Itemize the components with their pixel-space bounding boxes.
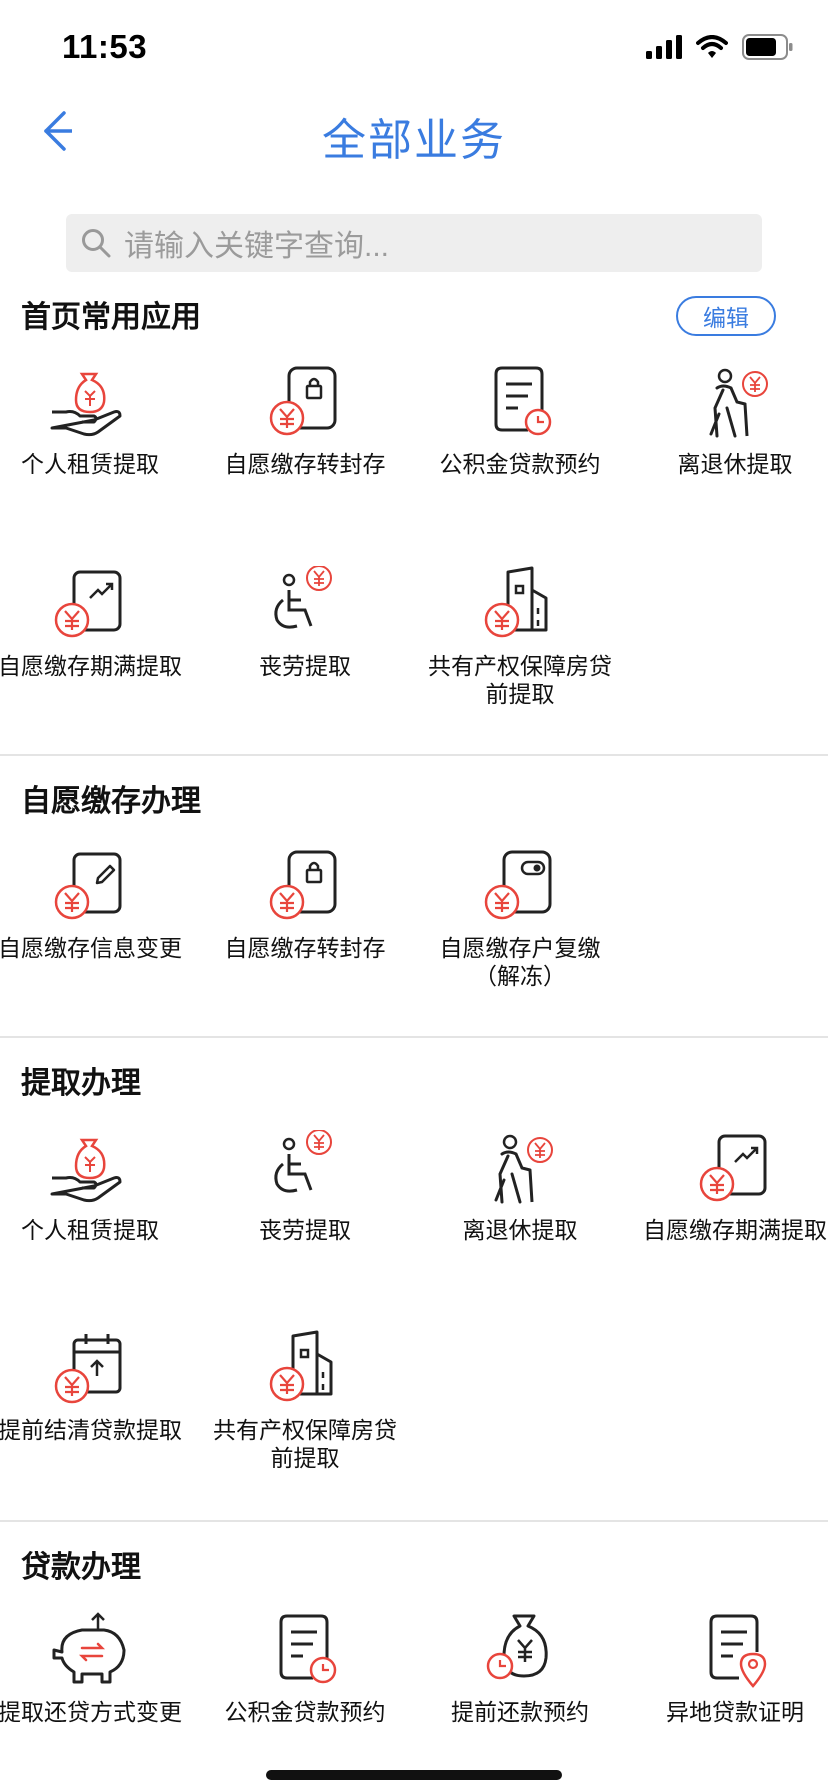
section-title: 首页常用应用 <box>21 301 201 334</box>
page-title: 全部业务 <box>322 116 506 165</box>
tile-deposit-expiry[interactable]: 自愿缴存期满提取 <box>635 1130 828 1244</box>
tile-deposit-seal[interactable]: 自愿缴存转封存 <box>205 364 405 478</box>
search-input[interactable]: 请输入关键字查询... <box>66 214 762 272</box>
tile-label: 自愿缴存期满提取 <box>643 1217 827 1243</box>
cellular-signal-icon <box>646 35 682 59</box>
tile-label: 自愿缴存期满提取 <box>0 653 182 679</box>
section-title: 贷款办理 <box>21 1551 141 1584</box>
tile-label: 异地贷款证明 <box>666 1699 804 1725</box>
tile-deposit-resume[interactable]: 自愿缴存户复缴（解冻） <box>420 848 620 990</box>
document-clock-icon <box>279 1614 337 1684</box>
tile-label: 自愿缴存转封存 <box>224 451 386 477</box>
tile-label: 个人租赁提取 <box>21 451 159 477</box>
edit-button[interactable]: 编辑 <box>676 296 776 336</box>
search-placeholder: 请输入关键字查询... <box>124 230 390 263</box>
elderly-money-icon <box>709 368 768 438</box>
divider <box>0 754 828 756</box>
tile-label: 公积金贷款预约 <box>439 451 601 477</box>
tile-label: 丧劳提取 <box>259 653 351 679</box>
tile-label: 自愿缴存信息变更 <box>0 935 182 961</box>
battery-icon <box>742 34 793 60</box>
tile-disability-withdrawal[interactable]: 丧劳提取 <box>205 566 405 680</box>
tile-label: 提取还贷方式变更 <box>0 1699 182 1725</box>
tile-rent-withdrawal[interactable]: 个人租赁提取 <box>0 1130 190 1244</box>
document-location-icon <box>709 1614 767 1688</box>
tile-disability-withdrawal[interactable]: 丧劳提取 <box>205 1130 405 1244</box>
tile-label: 公积金贷款预约 <box>224 1699 386 1725</box>
status-time: 11:53 <box>62 28 148 65</box>
deposit-trend-icon <box>54 570 122 638</box>
tile-deposit-seal[interactable]: 自愿缴存转封存 <box>205 848 405 962</box>
tile-label: 离退休提取 <box>462 1217 578 1243</box>
tile-remote-loan-certificate[interactable]: 异地贷款证明 <box>635 1612 828 1726</box>
deposit-lock-icon <box>269 366 337 436</box>
wheelchair-money-icon <box>274 1130 332 1193</box>
deposit-lock-icon <box>269 850 337 920</box>
status-bar: 11:53 <box>0 0 828 96</box>
tile-repayment-method-change[interactable]: 提取还贷方式变更 <box>0 1612 190 1726</box>
section-title: 自愿缴存办理 <box>21 785 201 818</box>
rent-hand-money-icon <box>50 1138 122 1203</box>
tile-loan-appointment[interactable]: 公积金贷款预约 <box>205 1612 405 1726</box>
rent-hand-money-icon <box>50 372 122 437</box>
piggy-bank-icon <box>52 1612 126 1684</box>
deposit-toggle-icon <box>484 850 552 920</box>
wifi-icon <box>696 35 728 58</box>
tile-label: 共有产权保障房贷前提取 <box>428 653 612 707</box>
money-bag-clock-icon <box>486 1614 548 1680</box>
tile-label: 自愿缴存户复缴（解冻） <box>439 935 601 989</box>
tile-label: 丧劳提取 <box>259 1217 351 1243</box>
tile-label: 离退休提取 <box>677 451 793 477</box>
tile-loan-appointment[interactable]: 公积金贷款预约 <box>420 364 620 478</box>
tile-retirement-withdrawal[interactable]: 离退休提取 <box>635 364 828 478</box>
tile-shared-housing-withdrawal[interactable]: 共有产权保障房贷前提取 <box>205 1330 405 1472</box>
document-clock-icon <box>494 366 552 436</box>
tile-label: 共有产权保障房贷前提取 <box>213 1417 397 1471</box>
tile-deposit-expiry[interactable]: 自愿缴存期满提取 <box>0 566 190 680</box>
tile-retirement-withdrawal[interactable]: 离退休提取 <box>420 1130 620 1244</box>
tile-shared-housing-withdrawal[interactable]: 共有产权保障房贷前提取 <box>420 566 620 708</box>
tile-label: 提前还款预约 <box>451 1699 589 1725</box>
wheelchair-money-icon <box>274 566 332 629</box>
building-money-icon <box>269 1330 333 1402</box>
section-title: 提取办理 <box>21 1067 141 1100</box>
nav-bar: 全部业务 <box>0 96 828 168</box>
tile-label: 提前结清贷款提取 <box>0 1417 182 1443</box>
deposit-trend-icon <box>699 1134 767 1202</box>
tile-label: 自愿缴存转封存 <box>224 935 386 961</box>
divider <box>0 1036 828 1038</box>
calendar-money-icon <box>54 1334 122 1404</box>
tile-rent-withdrawal[interactable]: 个人租赁提取 <box>0 364 190 478</box>
tile-label: 个人租赁提取 <box>21 1217 159 1243</box>
deposit-edit-icon <box>54 852 122 920</box>
tile-early-payoff-withdrawal[interactable]: 提前结清贷款提取 <box>0 1330 190 1444</box>
home-indicator[interactable] <box>266 1770 562 1780</box>
tile-early-repayment-appointment[interactable]: 提前还款预约 <box>420 1612 620 1726</box>
search-icon <box>82 229 111 258</box>
status-icons <box>646 34 794 60</box>
divider <box>0 1520 828 1522</box>
tile-deposit-info-change[interactable]: 自愿缴存信息变更 <box>0 848 190 962</box>
elderly-money-icon <box>494 1134 553 1204</box>
building-money-icon <box>484 566 548 638</box>
